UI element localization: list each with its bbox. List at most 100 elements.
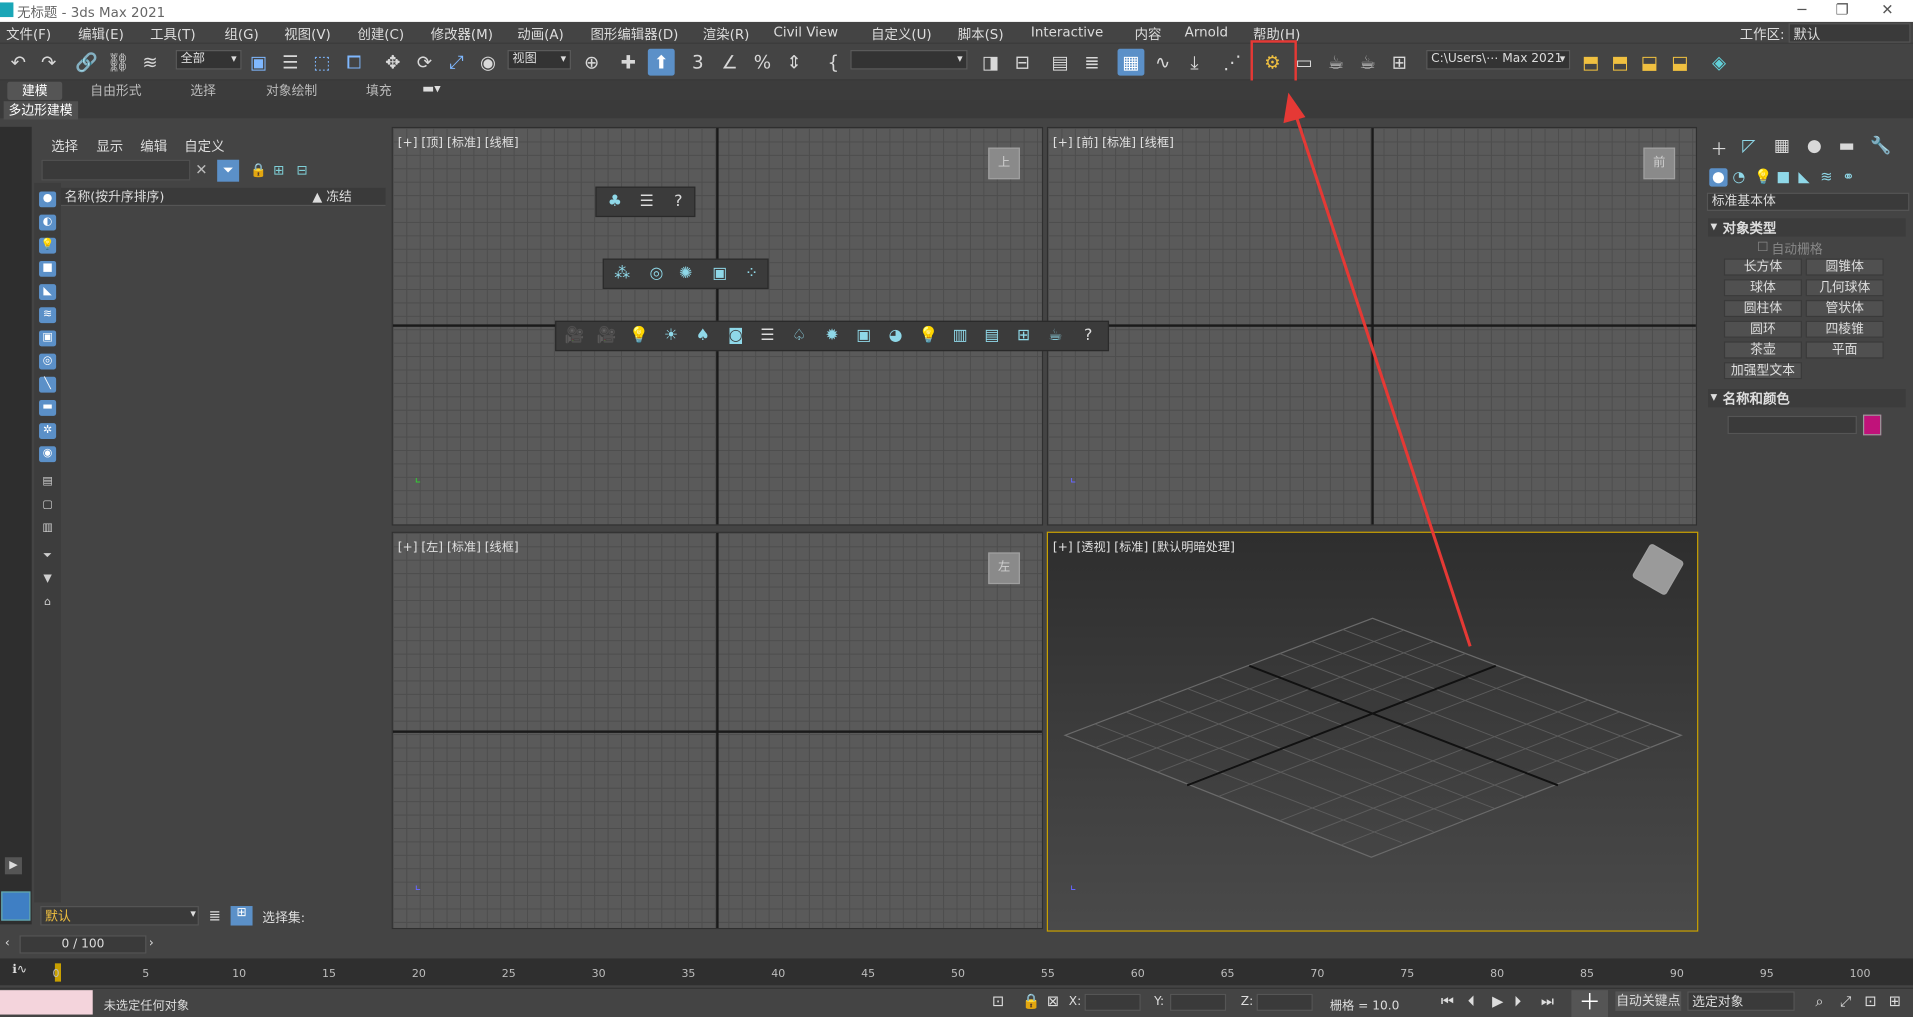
spin-icon[interactable]: ✹ — [821, 326, 843, 348]
toolbar-icon-d[interactable]: ⬓ — [1667, 49, 1694, 76]
hierarchy-mode-icon[interactable]: ⊞ — [230, 906, 253, 926]
workspace-dropdown[interactable]: 默认 — [1788, 23, 1911, 43]
frame-indicator[interactable]: 0 / 100 — [19, 935, 147, 954]
name-color-rollout[interactable]: 名称和颜色 — [1708, 388, 1906, 408]
set-key-icon[interactable]: ＋ — [1571, 990, 1608, 1017]
safe-frame-icon[interactable]: ⊞ — [1013, 326, 1035, 348]
test-icon[interactable]: ⁘ — [741, 263, 763, 285]
filter-geometry-icon[interactable]: ● — [39, 191, 57, 208]
ribbon-tab-populate[interactable]: 填充 — [366, 82, 392, 100]
cameras-category-icon[interactable]: ■ — [1776, 168, 1790, 185]
target-icon[interactable]: ◎ — [645, 263, 667, 285]
named-selection-dropdown[interactable] — [850, 49, 968, 70]
filter-spacewarps-icon[interactable]: ≋ — [39, 307, 57, 324]
time-slider[interactable] — [0, 932, 1913, 958]
column-name-header[interactable]: 名称(按升序排序) — [65, 188, 165, 206]
menu-modifiers[interactable]: 修改器(M) — [431, 24, 493, 44]
systems-category-icon[interactable]: ⚭ — [1842, 168, 1854, 185]
ref-coord-dropdown[interactable]: 视图 — [507, 49, 571, 70]
viewcube-left[interactable]: 左 — [988, 552, 1020, 585]
light-alt-icon[interactable]: 💡 — [917, 326, 939, 348]
geosphere-button[interactable]: 几何球体 — [1805, 279, 1884, 297]
menu-group[interactable]: 组(G) — [224, 24, 258, 44]
ribbon-tab-selection[interactable]: 选择 — [190, 82, 216, 100]
filter-containers-icon[interactable]: ▬ — [39, 399, 57, 416]
select-manipulate-icon[interactable]: ✚ — [615, 49, 642, 76]
explorer-menu-select[interactable]: 选择 — [51, 137, 78, 157]
expand-play-icon[interactable]: ▶ — [4, 857, 22, 875]
hierarchy-tab-icon[interactable]: ▦ — [1774, 137, 1790, 157]
explorer-menu-customize[interactable]: 自定义 — [184, 137, 224, 157]
palette-icon[interactable]: ◕ — [885, 326, 907, 348]
invert-icon[interactable]: ▥ — [39, 521, 56, 537]
filter-lights-icon[interactable]: 💡 — [39, 237, 57, 254]
spacewarps-category-icon[interactable]: ≋ — [1820, 168, 1832, 185]
viewport-layout-icon[interactable] — [1, 891, 31, 921]
place-icon[interactable]: ◉ — [475, 49, 502, 76]
light-bulb-icon[interactable]: 💡 — [628, 326, 650, 348]
maxscript-listener[interactable] — [0, 990, 93, 1015]
minimize-button[interactable]: ─ — [1784, 0, 1821, 22]
move-icon[interactable]: ✥ — [379, 49, 406, 76]
teapot-icon[interactable]: ☕ — [1044, 326, 1066, 348]
clear-search-icon[interactable]: ✕ — [195, 161, 207, 178]
percent-snap-icon[interactable]: % — [749, 49, 776, 76]
redo-icon[interactable]: ↷ — [35, 49, 62, 76]
explorer-search-input[interactable] — [41, 159, 191, 181]
cylinder-button[interactable]: 圆柱体 — [1723, 299, 1802, 318]
toolbar-icon-b[interactable]: ⬒ — [1607, 49, 1634, 76]
filter-helpers-icon[interactable]: ◣ — [39, 284, 57, 300]
viewport-left[interactable]: [+] [左] [标准] [线框] 左 ⌞ — [391, 531, 1044, 930]
rect-selection-icon[interactable]: ⬚ — [309, 49, 336, 76]
viewport-front-label[interactable]: [+] [前] [标准] [线框] — [1053, 132, 1174, 150]
layer-dropdown[interactable]: 默认 — [40, 906, 199, 926]
filter-particles-icon[interactable]: ✲ — [39, 423, 57, 439]
ribbon-tab-freeform[interactable]: 自由形式 — [90, 82, 141, 100]
ribbon-options-icon[interactable]: ▬▾ — [422, 82, 441, 97]
edit-named-selection-icon[interactable]: { — [820, 49, 847, 76]
camera-icon[interactable]: 🎥 — [564, 326, 586, 348]
window-crossing-icon[interactable]: ⧠ — [340, 49, 367, 76]
scene-explorer-icon[interactable]: ▤ — [1047, 49, 1074, 76]
emitter-icon[interactable]: ✺ — [675, 263, 697, 285]
ribbon-tab-modeling[interactable]: 建模 — [7, 81, 63, 100]
next-frame-icon[interactable]: › — [149, 937, 154, 950]
object-color-swatch[interactable] — [1862, 414, 1882, 436]
foliage-icon[interactable]: ♠ — [692, 326, 714, 348]
viewport-perspective[interactable]: [+] [透视] [标准] [默认明暗处理] ⌞ — [1046, 531, 1699, 932]
filter-bones-icon[interactable]: ╲ — [39, 376, 57, 393]
unlink-icon[interactable]: ⛓ — [105, 49, 132, 76]
torus-button[interactable]: 圆环 — [1723, 320, 1802, 338]
particle-flow-icon[interactable]: ⁂ — [611, 263, 633, 285]
viewcube-top[interactable]: 上 — [988, 147, 1020, 180]
auto-key-button[interactable]: 自动关键点 — [1615, 991, 1682, 1011]
modify-tab-icon[interactable]: ◸ — [1742, 137, 1755, 157]
ribbon-tab-object-paint[interactable]: 对象绘制 — [266, 82, 317, 100]
close-button[interactable]: ✕ — [1869, 0, 1906, 22]
help-icon[interactable]: ? — [667, 191, 689, 213]
menu-views[interactable]: 视图(V) — [284, 24, 330, 44]
filter-xrefs-icon[interactable]: ◎ — [39, 353, 57, 370]
lock-icon[interactable]: 🔒 — [250, 162, 267, 178]
display-tab-icon[interactable]: ▬ — [1839, 137, 1855, 157]
layers-icon[interactable]: ≣ — [209, 907, 221, 924]
selection-filter-dropdown[interactable]: 全部 — [175, 49, 242, 70]
z-coordinate-input[interactable] — [1256, 993, 1313, 1011]
y-coordinate-input[interactable] — [1170, 993, 1227, 1011]
display-all-icon[interactable]: ▤ — [39, 474, 56, 490]
pivot-center-icon[interactable]: ⊕ — [578, 49, 605, 76]
rotate-icon[interactable]: ⟳ — [411, 49, 438, 76]
scale-icon[interactable]: ⤢ — [443, 49, 470, 76]
menu-interactive[interactable]: Interactive — [1031, 24, 1103, 40]
render-region-icon[interactable]: ▤ — [981, 326, 1003, 348]
explorer-menu-edit[interactable]: 编辑 — [140, 137, 167, 157]
operator-icon[interactable]: ▣ — [709, 263, 731, 285]
angle-snap-icon[interactable]: ∠ — [716, 49, 743, 76]
bookmark-icon[interactable]: ◙ — [725, 326, 747, 348]
viewport-left-label[interactable]: [+] [左] [标准] [线框] — [398, 537, 519, 554]
column-freeze-header[interactable]: ▲ 冻结 — [312, 188, 352, 206]
key-filter-dropdown[interactable]: 选定对象 — [1687, 991, 1795, 1011]
select-by-name-icon[interactable]: ☰ — [277, 49, 304, 76]
undo-icon[interactable]: ↶ — [5, 49, 32, 76]
spinner-snap-icon[interactable]: ⇕ — [781, 49, 808, 76]
